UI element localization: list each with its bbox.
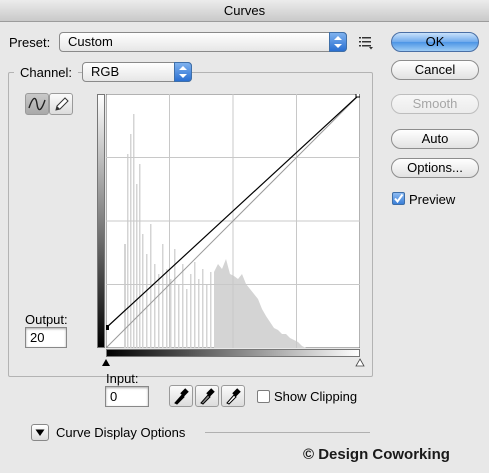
dropdown-arrows-icon	[329, 32, 347, 52]
black-input-slider[interactable]	[101, 358, 111, 367]
dropdown-arrows-icon	[174, 62, 192, 82]
preset-label: Preset:	[9, 35, 51, 50]
channel-dropdown[interactable]: RGB	[82, 62, 192, 82]
channel-label: Channel:	[14, 65, 79, 80]
white-point-eyedropper-icon	[226, 388, 241, 405]
input-field[interactable]: 0	[105, 386, 149, 407]
curve-display-options-toggle[interactable]	[31, 424, 49, 441]
gray-point-eyedropper[interactable]	[195, 385, 219, 407]
curve-point-black[interactable]	[106, 325, 109, 330]
input-label: Input:	[106, 371, 139, 386]
output-gradient-bar	[97, 94, 105, 348]
show-clipping-checkbox[interactable]	[257, 390, 270, 403]
options-button[interactable]: Options...	[391, 158, 479, 178]
input-gradient-bar	[106, 349, 360, 357]
preset-dropdown[interactable]: Custom	[59, 32, 347, 52]
output-label: Output:	[25, 312, 68, 327]
curve-graph[interactable]	[106, 94, 360, 348]
white-point-eyedropper[interactable]	[221, 385, 245, 407]
black-point-eyedropper-icon	[174, 388, 189, 405]
show-clipping-label: Show Clipping	[274, 389, 358, 404]
output-field[interactable]: 20	[25, 327, 67, 348]
watermark-text: © Design Coworking	[303, 446, 450, 463]
curve-point-white[interactable]	[355, 94, 360, 98]
channel-value: RGB	[91, 64, 120, 79]
checkmark-icon	[394, 193, 404, 204]
curve-point-tool[interactable]	[25, 93, 49, 115]
pencil-tool[interactable]	[49, 93, 73, 115]
gray-point-eyedropper-icon	[200, 388, 215, 405]
presets-menu-button[interactable]	[356, 33, 376, 51]
preview-label: Preview	[409, 192, 456, 207]
preview-checkbox[interactable]	[392, 192, 405, 205]
cancel-button[interactable]: Cancel	[391, 60, 479, 80]
window-title: Curves	[0, 0, 489, 22]
ok-button[interactable]: OK	[391, 32, 479, 52]
curve-display-options-label: Curve Display Options	[56, 425, 186, 440]
disclosure-triangle-icon	[35, 429, 45, 436]
divider	[205, 432, 370, 433]
pencil-tool-icon	[55, 97, 69, 111]
black-point-eyedropper[interactable]	[169, 385, 193, 407]
white-input-slider[interactable]	[355, 358, 365, 367]
curve-point-tool-icon	[28, 97, 46, 111]
preset-value: Custom	[68, 34, 113, 49]
smooth-button[interactable]: Smooth	[391, 94, 479, 114]
auto-button[interactable]: Auto	[391, 129, 479, 149]
presets-menu-icon	[359, 37, 373, 50]
